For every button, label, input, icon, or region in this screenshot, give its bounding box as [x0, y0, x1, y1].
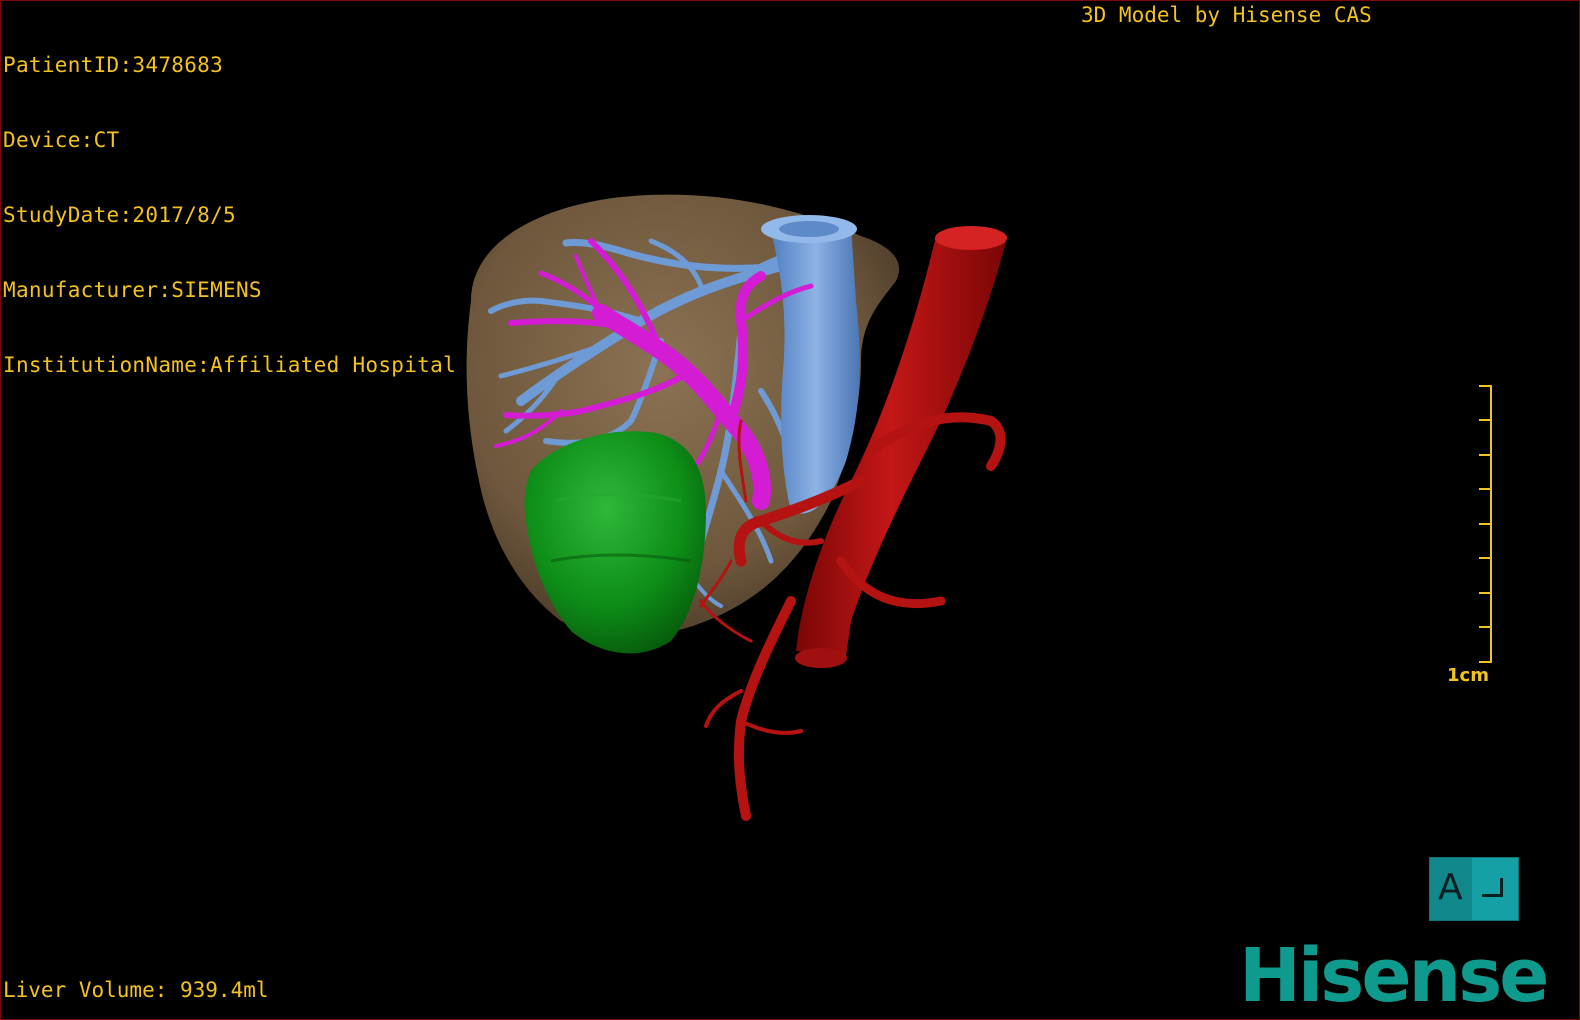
- orientation-glyph-icon: [1482, 878, 1503, 897]
- scale-bar-icon: [1479, 385, 1492, 663]
- liver-3d-model[interactable]: [1, 1, 1579, 1019]
- 3d-viewport[interactable]: PatientID:3478683 Device:CT StudyDate:20…: [0, 0, 1580, 1020]
- scale-label: 1cm: [1447, 665, 1489, 686]
- hisense-logo: Hisense: [1239, 933, 1549, 1019]
- liver-volume: Liver Volume: 939.4ml: [3, 978, 269, 1002]
- orientation-side-face: [1472, 858, 1518, 920]
- orientation-face-label: A: [1438, 867, 1463, 908]
- orientation-cube-icon[interactable]: A: [1429, 857, 1519, 921]
- tumor: [524, 431, 706, 654]
